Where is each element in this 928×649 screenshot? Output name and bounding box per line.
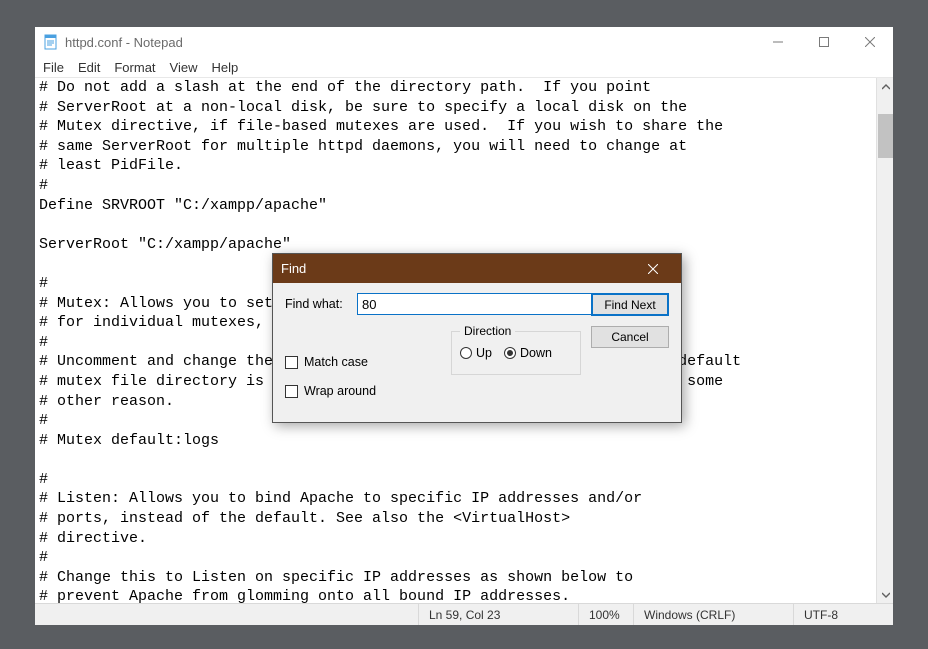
checkbox-icon	[285, 385, 298, 398]
direction-groupbox: Direction Up Down	[451, 331, 581, 375]
statusbar: Ln 59, Col 23 100% Windows (CRLF) UTF-8	[35, 603, 893, 625]
wrap-around-checkbox[interactable]: Wrap around	[285, 384, 376, 398]
status-caret-position: Ln 59, Col 23	[418, 604, 578, 625]
close-button[interactable]	[847, 27, 893, 57]
vertical-scrollbar[interactable]	[876, 78, 893, 603]
notepad-icon	[43, 34, 59, 50]
status-line-ending: Windows (CRLF)	[633, 604, 793, 625]
status-zoom: 100%	[578, 604, 633, 625]
direction-down-label: Down	[520, 346, 552, 360]
radio-icon	[504, 347, 516, 359]
find-dialog-title: Find	[281, 261, 306, 276]
direction-label: Direction	[460, 324, 515, 338]
find-what-label: Find what:	[285, 297, 349, 311]
scrollbar-thumb[interactable]	[878, 114, 893, 158]
direction-down-radio[interactable]: Down	[504, 346, 552, 360]
menu-view[interactable]: View	[164, 59, 204, 76]
radio-icon	[460, 347, 472, 359]
scroll-up-icon[interactable]	[877, 78, 893, 95]
menu-edit[interactable]: Edit	[72, 59, 106, 76]
wrap-around-label: Wrap around	[304, 384, 376, 398]
status-encoding: UTF-8	[793, 604, 893, 625]
match-case-label: Match case	[304, 355, 368, 369]
window-title: httpd.conf - Notepad	[65, 35, 183, 50]
direction-up-radio[interactable]: Up	[460, 346, 492, 360]
minimize-button[interactable]	[755, 27, 801, 57]
find-titlebar[interactable]: Find	[273, 254, 681, 283]
scroll-down-icon[interactable]	[877, 586, 893, 603]
menu-format[interactable]: Format	[108, 59, 161, 76]
find-dialog: Find Find what: Find Next Cancel Directi…	[272, 253, 682, 423]
window-controls	[755, 27, 893, 57]
checkbox-icon	[285, 356, 298, 369]
cancel-button[interactable]: Cancel	[591, 326, 669, 348]
menu-help[interactable]: Help	[205, 59, 244, 76]
statusbar-spacer	[35, 604, 418, 625]
menu-file[interactable]: File	[37, 59, 70, 76]
find-close-button[interactable]	[633, 254, 673, 283]
find-next-button[interactable]: Find Next	[591, 293, 669, 316]
direction-up-label: Up	[476, 346, 492, 360]
find-next-label: Find Next	[604, 298, 655, 312]
match-case-checkbox[interactable]: Match case	[285, 355, 376, 369]
cancel-label: Cancel	[611, 330, 648, 344]
titlebar: httpd.conf - Notepad	[35, 27, 893, 57]
maximize-button[interactable]	[801, 27, 847, 57]
menubar: File Edit Format View Help	[35, 57, 893, 77]
